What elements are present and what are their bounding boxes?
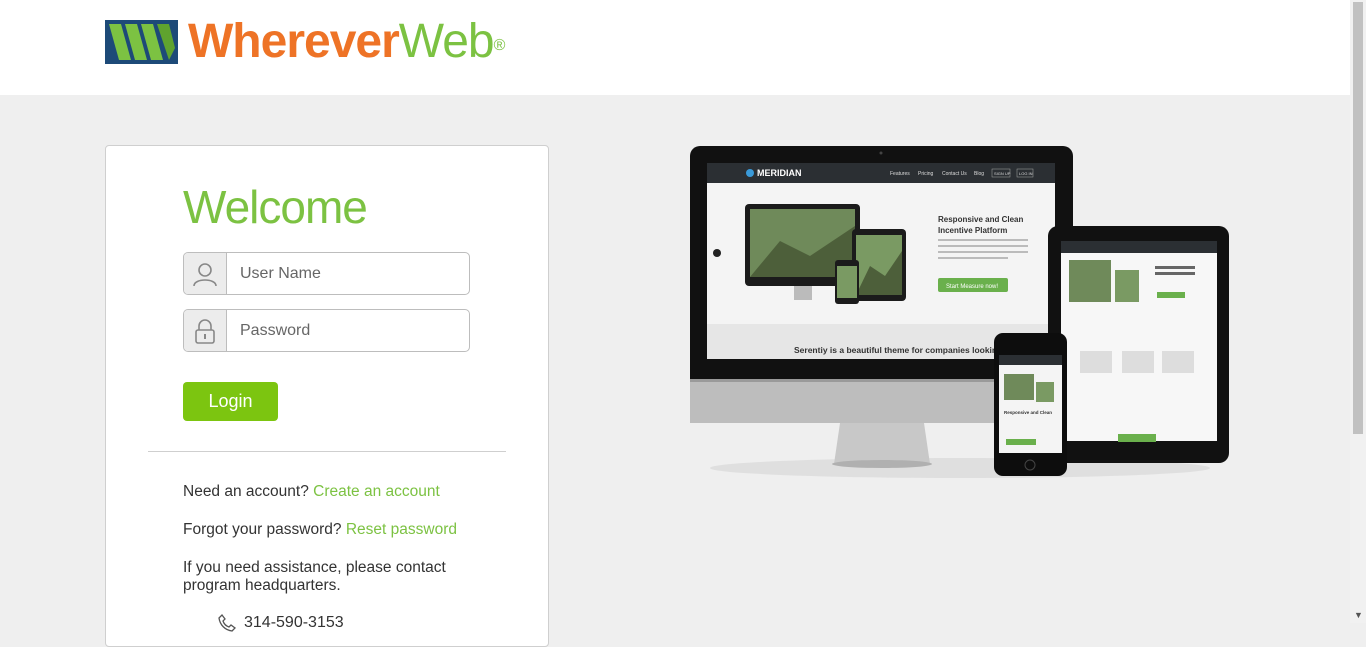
phone-icon [218, 614, 236, 632]
reset-password-link[interactable]: Reset password [346, 521, 457, 538]
svg-text:Serentiy is a beautiful theme: Serentiy is a beautiful theme for compan… [794, 345, 1002, 355]
registered-mark: ® [493, 37, 506, 54]
password-input[interactable] [227, 310, 469, 351]
need-account-text: Need an account? [183, 483, 309, 500]
scroll-down-arrow-icon[interactable]: ▼ [1354, 610, 1363, 620]
page-scrollbar[interactable]: ▼ [1350, 0, 1366, 623]
meridian-site-name: MERIDIAN [757, 168, 802, 178]
responsive-devices-image: MERIDIAN Features Pricing Contact Us Blo… [690, 146, 1229, 478]
welcome-title: Welcome [183, 181, 368, 233]
meridian-nav-pricing: Pricing [918, 171, 934, 177]
assistance-text: If you need assistance, please contact p… [183, 559, 446, 594]
need-account-line: Need an account? Create an account [183, 483, 440, 501]
username-input[interactable] [227, 253, 469, 294]
meridian-log-in: LOG IN [1019, 171, 1033, 176]
username-field [183, 252, 470, 295]
wherever-web-logo[interactable]: WhereverWeb® [105, 15, 506, 68]
phone-line: 314-590-3153 [218, 614, 344, 632]
logo-word-wherever: Wherever [188, 15, 400, 68]
phone-number[interactable]: 314-590-3153 [244, 614, 344, 632]
create-account-link[interactable]: Create an account [313, 483, 440, 500]
site-header: WhereverWeb® [0, 0, 1350, 95]
login-button[interactable]: Login [183, 382, 278, 421]
meridian-cta: Start Measure now! [946, 284, 998, 290]
user-icon [184, 253, 227, 294]
login-card: Welcome Login Need an account? Create an… [105, 145, 549, 647]
meridian-nav-contact: Contact Us [942, 171, 967, 177]
scrollbar-thumb[interactable] [1353, 2, 1363, 434]
meridian-nav-features: Features [890, 171, 910, 177]
forgot-password-text: Forgot your password? [183, 521, 342, 538]
meridian-nav-blog: Blog [974, 171, 984, 177]
password-field [183, 309, 470, 352]
logo-word-web: Web [398, 15, 495, 68]
svg-text:Responsive and Clean: Responsive and Clean [1004, 410, 1052, 415]
lock-icon [184, 310, 227, 351]
divider [148, 451, 506, 452]
logo-wordmark: WhereverWeb® [188, 15, 506, 68]
logo-mark-icon [105, 20, 178, 64]
meridian-sign-up: SIGN UP [994, 171, 1011, 176]
forgot-password-line: Forgot your password? Reset password [183, 521, 457, 539]
svg-text:Responsive and Clean: Responsive and Clean [938, 215, 1023, 224]
svg-text:Incentive Platform: Incentive Platform [938, 226, 1007, 235]
